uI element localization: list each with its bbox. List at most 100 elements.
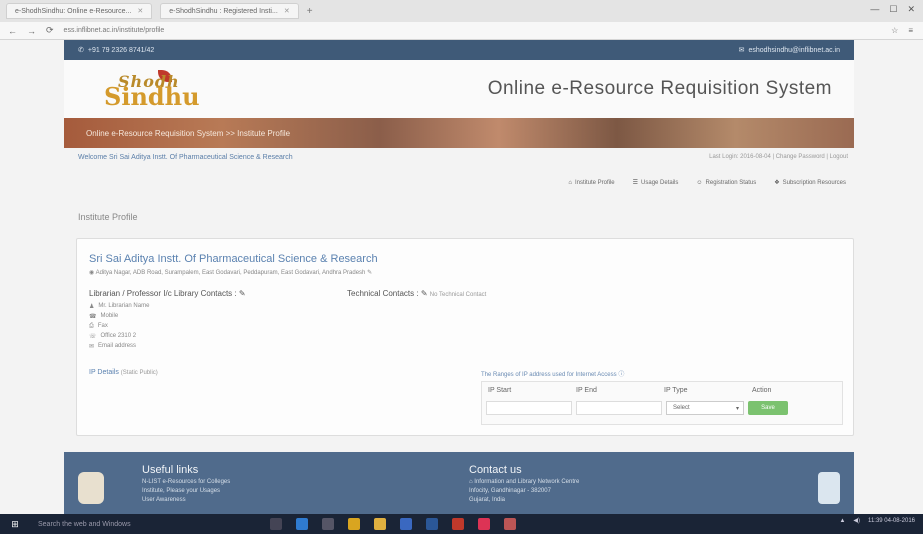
forward-icon[interactable]: → <box>27 26 36 36</box>
account-links[interactable]: Last Login: 2016-08-04 | Change Password… <box>709 154 848 161</box>
nav-registration-status[interactable]: ☺ Registration Status <box>696 179 756 186</box>
edit-icon[interactable]: ✎ <box>239 289 246 298</box>
ip-input-row: Select ▾ Save <box>482 398 842 418</box>
gift-icon: ❖ <box>774 180 780 186</box>
nav-label: Subscription Resources <box>782 179 846 186</box>
contact-heading: Contact us <box>469 464 522 476</box>
clock-time: 11:39 <box>868 517 883 524</box>
site: ✆ +91 79 2326 8741/42 ✉ eshodhsindhu@infli… <box>64 40 854 436</box>
ip-range-heading: The Ranges of IP address used for Intern… <box>481 369 624 378</box>
contact-text: Fax <box>97 323 108 329</box>
contact-text: Gujarat, India <box>469 497 506 503</box>
plus-icon[interactable]: + <box>307 6 313 17</box>
browser-tab-1[interactable]: e-ShodhSindhu: Online e-Resource... ✕ <box>6 3 153 19</box>
refresh-icon[interactable]: ⟳ <box>46 25 54 36</box>
col-ip-type: IP Type <box>664 386 688 394</box>
ip-range-text: The Ranges of IP address used for Intern… <box>481 372 617 378</box>
technical-contacts: Technical Contacts : ✎ No Technical Cont… <box>347 289 486 303</box>
nav-institute-profile[interactable]: ⌂ Institute Profile <box>568 179 614 186</box>
contact-text: Mobile <box>100 313 119 319</box>
close-tab-icon[interactable]: ✕ <box>284 7 290 15</box>
task-view-icon[interactable] <box>270 518 282 530</box>
clock-date: 04-08-2016 <box>884 517 915 524</box>
nav-label: Institute Profile <box>574 179 615 186</box>
opera-icon[interactable] <box>452 518 464 530</box>
contact-text: Information and Library Network Centre <box>474 479 580 485</box>
word-icon[interactable] <box>426 518 438 530</box>
explorer-icon[interactable] <box>374 518 386 530</box>
minimize-icon[interactable]: — <box>870 4 879 15</box>
windows-start-icon[interactable]: ⊞ <box>0 519 30 530</box>
edge-icon[interactable] <box>296 518 308 530</box>
contact-us: Contact us ⌂ Information and Library Net… <box>469 464 579 503</box>
star-icon[interactable]: ☆ <box>891 26 898 35</box>
chrome-alt-icon[interactable] <box>478 518 490 530</box>
taskbar-apps <box>270 518 516 530</box>
system-title: Online e-Resource Requisition System <box>487 78 832 99</box>
list-icon: ☰ <box>632 180 639 186</box>
footer-link[interactable]: N-LIST e-Resources for Colleges <box>142 479 230 485</box>
institute-name: Sri Sai Aditya Instt. Of Pharmaceutical … <box>89 253 378 265</box>
contact-line: ♟ Mr. Librarian Name <box>89 303 246 310</box>
store-icon[interactable] <box>322 518 334 530</box>
url-input[interactable]: ess.inflibnet.ac.in/institute/profile <box>64 27 882 34</box>
ip-type-select[interactable]: Select ▾ <box>666 401 744 415</box>
ip-end-input[interactable] <box>576 401 662 415</box>
app-alt-icon[interactable] <box>504 518 516 530</box>
nav-usage-details[interactable]: ☰ Usage Details <box>632 179 679 187</box>
home-icon: ⌂ <box>568 179 572 186</box>
window-controls: — ☐ ✕ <box>870 4 915 15</box>
clock[interactable]: 11:39 04-08-2016 <box>868 518 915 524</box>
footer-link[interactable]: Institute, Please your Usages <box>142 488 230 494</box>
logo-text-main: Sindhu <box>104 82 200 111</box>
network-icon[interactable]: ▲ <box>839 518 845 524</box>
back-icon[interactable]: ← <box>8 26 17 36</box>
browser-tab-2[interactable]: e-ShodhSindhu : Registered Insti... ✕ <box>160 3 299 19</box>
nav-label: Usage Details <box>641 179 679 186</box>
profile-panel: Sri Sai Aditya Instt. Of Pharmaceutical … <box>76 238 854 436</box>
edit-icon[interactable]: ✎ <box>421 289 428 298</box>
maximize-icon[interactable]: ☐ <box>889 4 897 15</box>
emblem-icon <box>78 472 104 504</box>
useful-links: Useful links N-LIST e-Resources for Coll… <box>142 464 230 503</box>
welcome-row: Welcome Sri Sai Aditya Instt. Of Pharmac… <box>78 154 848 161</box>
contact-text: Mr. Librarian Name <box>98 303 150 309</box>
chrome-icon[interactable] <box>348 518 360 530</box>
footer-link[interactable]: User Awareness <box>142 497 230 503</box>
site-logo[interactable]: Shodh Sindhu <box>104 70 224 111</box>
volume-icon[interactable]: ◀) <box>853 517 860 524</box>
users-icon: ☺ <box>696 179 703 186</box>
app-icon[interactable] <box>400 518 412 530</box>
close-tab-icon[interactable]: ✕ <box>137 7 143 15</box>
email-info[interactable]: ✉ eshodhsindhu@inflibnet.ac.in <box>738 46 840 55</box>
ip-details-label: IP Details (Static Public) <box>89 369 158 376</box>
librarian-heading: Librarian / Professor I/c Library Contac… <box>89 289 237 298</box>
tech-sub: No Technical Contact <box>429 292 487 298</box>
chevron-down-icon: ▾ <box>735 405 739 412</box>
user-icon: ♟ <box>89 304 95 310</box>
contact-line: ⌂ Information and Library Network Centre <box>469 479 579 485</box>
contact-text: Infocity, Gandhinagar - 382007 <box>469 488 551 494</box>
close-icon[interactable]: ✕ <box>907 4 915 15</box>
librarian-contacts: Librarian / Professor I/c Library Contac… <box>89 289 246 353</box>
nav-subscription-resources[interactable]: ❖ Subscription Resources <box>774 179 846 187</box>
taskbar-search[interactable]: Search the web and Windows <box>30 521 230 528</box>
sub-navigation: ⌂ Institute Profile ☰ Usage Details ☺ Regis… <box>568 179 846 187</box>
breadcrumb-text: Online e-Resource Requisition System >> … <box>86 128 291 138</box>
address-bar: ← → ⟳ ess.inflibnet.ac.in/institute/prof… <box>0 22 923 40</box>
edit-icon[interactable]: ✎ <box>367 270 372 276</box>
phone-icon: ✆ <box>78 47 84 54</box>
ip-label-text: IP Details <box>89 369 119 376</box>
phone-icon: ☎ <box>89 314 97 320</box>
breadcrumb: Online e-Resource Requisition System >> … <box>64 118 854 148</box>
tab-label: e-ShodhSindhu: Online e-Resource... <box>15 7 132 15</box>
ip-start-input[interactable] <box>486 401 572 415</box>
menu-icon[interactable]: ≡ <box>908 26 913 35</box>
site-header: Shodh Sindhu Online e-Resource Requisiti… <box>64 60 854 118</box>
save-ip-button[interactable]: Save <box>748 401 788 415</box>
useful-heading: Useful links <box>142 464 199 476</box>
mail-icon: ✉ <box>738 47 745 54</box>
mail-icon: ✉ <box>89 344 95 350</box>
phone-number: +91 79 2326 8741/42 <box>87 46 155 54</box>
page-title: Institute Profile <box>78 212 138 222</box>
